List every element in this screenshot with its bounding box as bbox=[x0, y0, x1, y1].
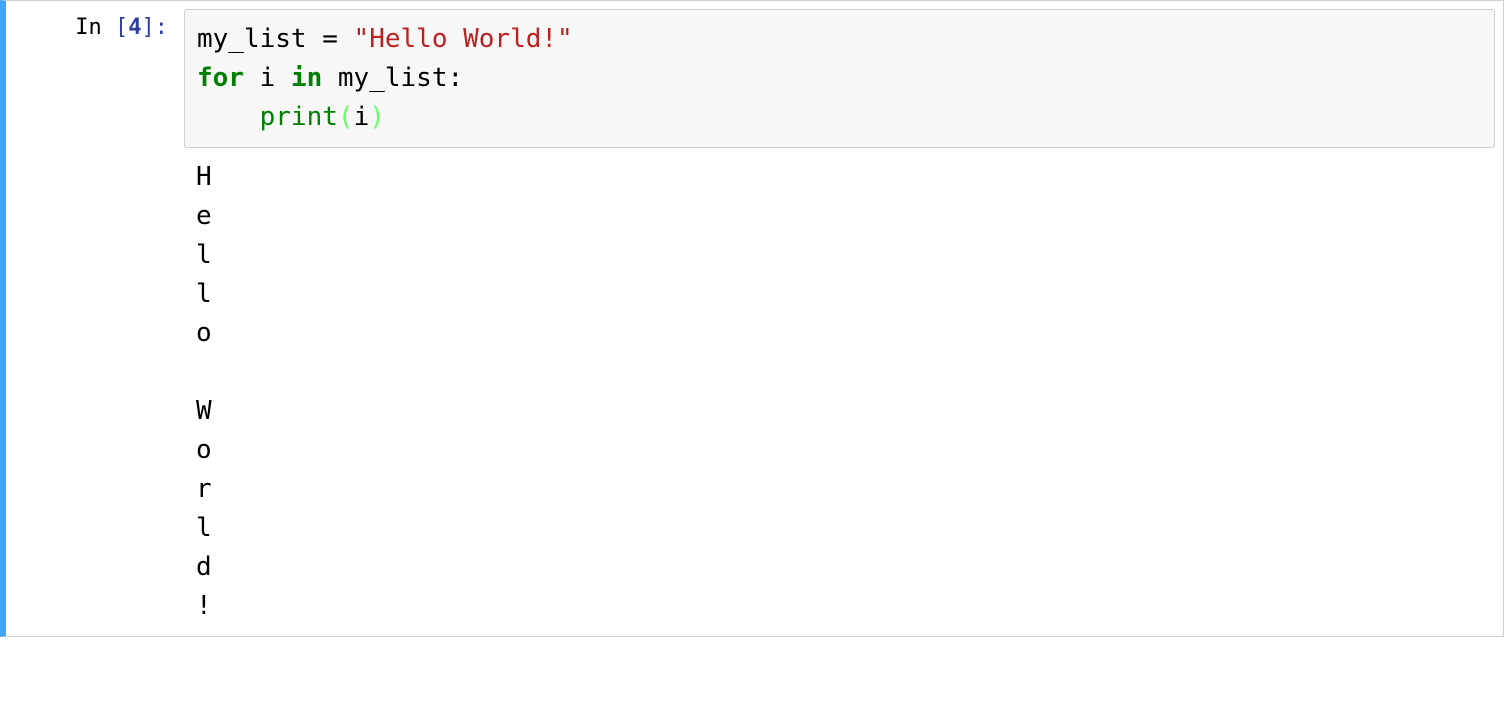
code-var: my_list bbox=[197, 24, 322, 54]
code-eq: = bbox=[322, 24, 353, 54]
code-sp1: i bbox=[244, 63, 291, 93]
code-print: print bbox=[260, 102, 338, 132]
code-open-paren: ( bbox=[338, 102, 354, 132]
code-close-paren: ) bbox=[369, 102, 385, 132]
prompt-number: 4 bbox=[128, 15, 141, 40]
code-kw-in: in bbox=[291, 63, 322, 93]
code-arg: i bbox=[354, 102, 370, 132]
prompt-in-label: In bbox=[75, 15, 115, 40]
code-string: "Hello World!" bbox=[354, 24, 573, 54]
code-kw-for: for bbox=[197, 63, 244, 93]
code-rest: my_list: bbox=[322, 63, 463, 93]
input-prompt: In [4]: bbox=[6, 1, 176, 636]
code-indent bbox=[197, 102, 260, 132]
prompt-open-bracket: [ bbox=[115, 15, 128, 40]
cell-main: my_list = "Hello World!" for i in my_lis… bbox=[176, 1, 1503, 636]
prompt-close-bracket: ]: bbox=[142, 15, 169, 40]
code-output: H e l l o W o r l d ! bbox=[184, 148, 1495, 626]
notebook-cell[interactable]: In [4]: my_list = "Hello World!" for i i… bbox=[0, 0, 1504, 637]
code-input[interactable]: my_list = "Hello World!" for i in my_lis… bbox=[184, 9, 1495, 148]
